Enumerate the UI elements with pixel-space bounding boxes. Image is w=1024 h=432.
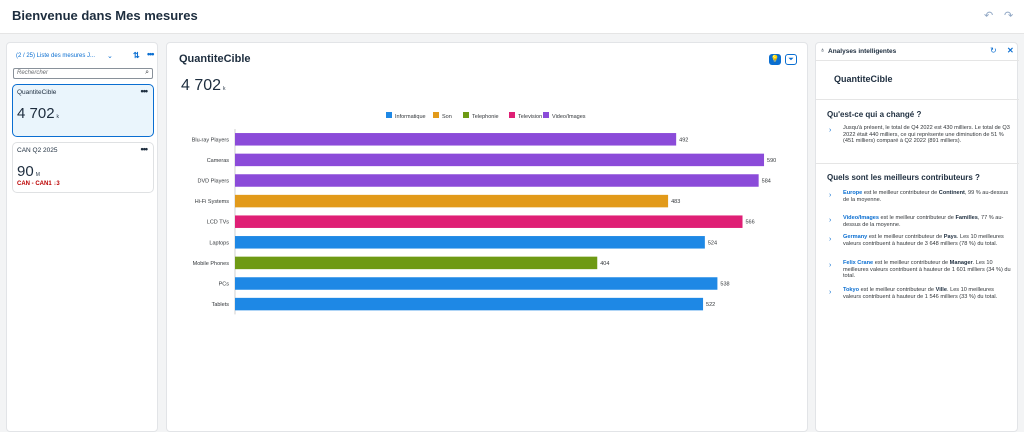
changed-heading: Qu'est-ce qui a changé ? (827, 110, 922, 119)
category-label: Hi-Fi Systems (195, 199, 229, 205)
card-name: QuantiteCible (17, 89, 57, 96)
category-label: Mobile Phones (193, 261, 230, 267)
contributor-item: Tokyo est le meilleur contributeur de Vi… (843, 287, 998, 300)
legend-label[interactable]: Telephonie (472, 114, 499, 120)
data-label: 404 (600, 261, 609, 267)
bar[interactable] (235, 174, 759, 187)
category-label: Tablets (212, 302, 230, 308)
search-placeholder: Rechercher (17, 70, 49, 76)
chart-panel: QuantiteCible 4 702 k 💡 ⏷ Informatique Son… (166, 42, 808, 432)
chevron-right-icon[interactable]: › (829, 236, 831, 243)
category-label: DVD Players (198, 179, 230, 185)
sort-icon[interactable]: ⇅ (133, 51, 140, 60)
card-unit: M (35, 172, 40, 178)
chevron-right-icon[interactable]: › (829, 217, 831, 224)
bar-chart: Informatique Son Telephonie Television Video… (192, 112, 776, 315)
data-label: 590 (767, 158, 776, 164)
data-label: 538 (720, 282, 729, 288)
category-label: PCs (219, 282, 230, 288)
category-label: Cameras (207, 158, 230, 164)
legend-label[interactable]: Television (518, 114, 542, 120)
data-label: 584 (762, 179, 771, 185)
card-unit: k (56, 114, 60, 120)
legend-swatch (509, 112, 515, 118)
contributor-link[interactable]: Felix Crane (843, 260, 873, 266)
category-label: LCD TVs (207, 220, 229, 226)
bar[interactable] (235, 236, 705, 249)
data-label: 492 (679, 137, 688, 143)
refresh-icon[interactable]: ↻ (990, 46, 997, 55)
category-label: Blu-ray Players (192, 137, 230, 143)
list-header: (2 / 25) Liste des mesures J... ⌄ ⇅ ••• (13, 49, 155, 65)
insights-measure: QuantiteCible (834, 74, 893, 84)
bar[interactable] (235, 153, 765, 167)
contributor-item: Germany est le meilleur contributeur de … (843, 234, 1004, 247)
bar[interactable] (235, 194, 669, 208)
data-label: 483 (671, 199, 680, 205)
more-icon[interactable]: ••• (141, 86, 149, 96)
bar[interactable] (235, 133, 677, 146)
page-title: Bienvenue dans Mes mesures (12, 8, 198, 23)
redo-icon[interactable]: ↷ (1004, 9, 1013, 22)
legend-label[interactable]: Video/Images (552, 114, 586, 120)
category-label: Laptops (209, 240, 229, 246)
contributor-item: Video/Images est le meilleur contributeu… (843, 215, 1004, 228)
divider (816, 60, 1019, 61)
bar[interactable] (235, 215, 743, 228)
contributor-item: Europe est le meilleur contributeur de C… (843, 190, 1009, 203)
data-label: 524 (708, 240, 717, 246)
undo-icon[interactable]: ↶ (984, 9, 993, 22)
chevron-right-icon[interactable]: › (829, 289, 831, 296)
measures-list-panel: (2 / 25) Liste des mesures J... ⌄ ⇅ ••• … (6, 42, 158, 432)
changed-text: Jusqu'à présent, le total de Q4 2022 est… (843, 125, 1010, 145)
legend-swatch (463, 112, 469, 118)
smart-insights-panel: ♁ Analyses intelligentes ↻ ✕ QuantiteCib… (815, 42, 1019, 432)
top-bar: Bienvenue dans Mes mesures ↶ ↷ (0, 0, 1024, 34)
bar[interactable] (235, 256, 598, 270)
chevron-right-icon[interactable]: › (829, 262, 831, 269)
divider (816, 163, 1019, 164)
data-label: 522 (706, 302, 715, 308)
chevron-right-icon[interactable]: › (829, 127, 831, 134)
legend-swatch (386, 112, 392, 118)
chevron-down-icon[interactable]: ⌄ (107, 52, 113, 60)
contributors-heading: Quels sont les meilleurs contributeurs ? (827, 173, 980, 182)
chevron-right-icon[interactable]: › (829, 192, 831, 199)
legend-label[interactable]: Son (442, 114, 452, 120)
more-icon[interactable]: ••• (147, 49, 155, 59)
bar[interactable] (235, 277, 718, 290)
search-input[interactable]: Rechercher ⌕ (13, 68, 153, 79)
card-value: 4 702 k (17, 105, 60, 122)
contributor-item: Felix Crane est le meilleur contributeur… (843, 260, 1011, 280)
insights-panel-title: Analyses intelligentes (828, 48, 897, 55)
search-icon[interactable]: ⌕ (145, 69, 149, 77)
divider (816, 99, 1019, 100)
legend-label[interactable]: Informatique (395, 114, 426, 120)
list-title-dropdown[interactable]: (2 / 25) Liste des mesures J... (16, 53, 95, 59)
card-delta: CAN - CAN1 ↓3 (17, 181, 60, 187)
close-icon[interactable]: ✕ (1007, 46, 1014, 55)
legend-swatch (433, 112, 439, 118)
more-icon[interactable]: ••• (141, 144, 149, 154)
legend-swatch (543, 112, 549, 118)
contributor-link[interactable]: Germany (843, 234, 867, 240)
data-label: 566 (746, 220, 755, 226)
card-name: CAN Q2 2025 (17, 147, 58, 154)
contributor-link[interactable]: Tokyo (843, 287, 859, 293)
measure-card-quantitecible[interactable]: QuantiteCible ••• 4 702 k (12, 84, 154, 137)
bar[interactable] (235, 297, 704, 311)
card-value: 90 M (17, 163, 40, 180)
contributor-link[interactable]: Europe (843, 190, 862, 196)
contributor-link[interactable]: Video/Images (843, 215, 879, 221)
lightbulb-icon: ♁ (820, 47, 826, 54)
measure-card-can[interactable]: CAN Q2 2025 ••• 90 M CAN - CAN1 ↓3 (12, 142, 154, 193)
